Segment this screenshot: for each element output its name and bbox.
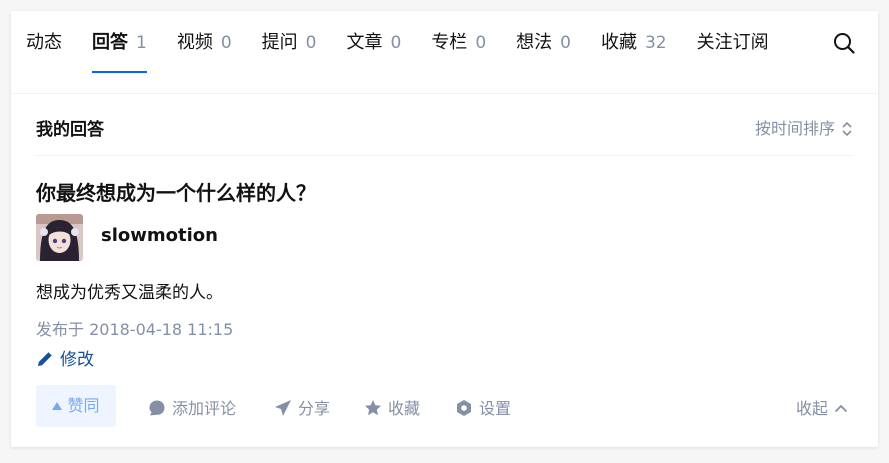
tab-subscriptions[interactable]: 关注订阅: [697, 11, 769, 94]
sort-dropdown[interactable]: 按时间排序: [755, 115, 853, 139]
edit-label: 修改: [60, 350, 94, 370]
comment-button[interactable]: 添加评论: [148, 395, 236, 419]
section-title: 我的回答: [36, 120, 104, 140]
tab-collections[interactable]: 收藏 32: [601, 11, 667, 94]
tab-activity[interactable]: 动态: [26, 11, 62, 94]
profile-tabs: 动态 回答 1 视频 0 提问 0 文章 0 专栏 0 想法 0 收藏 32 关注订阅: [11, 11, 878, 94]
triangle-up-icon: [52, 402, 63, 410]
favorite-label: 收藏: [388, 399, 421, 418]
collapse-button[interactable]: 收起: [796, 395, 848, 419]
paper-plane-icon: [275, 400, 291, 416]
tab-list: 动态 回答 1 视频 0 提问 0 文章 0 专栏 0 想法 0 收藏 32 关注订阅: [26, 11, 826, 94]
tab-answers[interactable]: 回答 1: [92, 11, 147, 94]
publish-time[interactable]: 发布于 2018-04-18 11:15: [36, 316, 233, 340]
author-name[interactable]: slowmotion: [101, 225, 218, 246]
share-label: 分享: [298, 399, 331, 418]
tab-videos[interactable]: 视频 0: [177, 11, 232, 94]
collapse-label: 收起: [795, 399, 828, 418]
sort-label: 按时间排序: [754, 119, 835, 138]
section-header: 我的回答 按时间排序: [36, 94, 853, 156]
settings-button[interactable]: 设置: [455, 395, 511, 419]
tab-columns[interactable]: 专栏 0: [431, 11, 486, 94]
share-button[interactable]: 分享: [274, 395, 330, 419]
search-icon[interactable]: [832, 31, 856, 55]
comment-label: 添加评论: [172, 399, 237, 418]
upvote-button[interactable]: 赞同: [36, 385, 116, 427]
tab-articles[interactable]: 文章 0: [346, 11, 401, 94]
pencil-icon: [38, 352, 52, 366]
star-icon: [365, 400, 381, 416]
gear-icon: [457, 400, 471, 416]
profile-card: 动态 回答 1 视频 0 提问 0 文章 0 专栏 0 想法 0 收藏 32 关注订阅 我的回答 按时间排序 …: [11, 11, 878, 447]
favorite-button[interactable]: 收藏: [364, 395, 420, 419]
avatar[interactable]: [36, 214, 83, 261]
comment-icon: [149, 400, 165, 416]
sort-arrows-icon: [842, 121, 852, 137]
question-title[interactable]: 你最终想成为一个什么样的人？: [36, 177, 316, 206]
edit-button[interactable]: 修改: [36, 345, 94, 370]
settings-label: 设置: [479, 399, 512, 418]
chevron-up-icon: [834, 404, 848, 413]
upvote-label: 赞同: [67, 396, 100, 415]
tab-pins[interactable]: 想法 0: [516, 11, 571, 94]
tab-questions[interactable]: 提问 0: [262, 11, 317, 94]
answer-content: 想成为优秀又温柔的人。: [36, 283, 223, 303]
